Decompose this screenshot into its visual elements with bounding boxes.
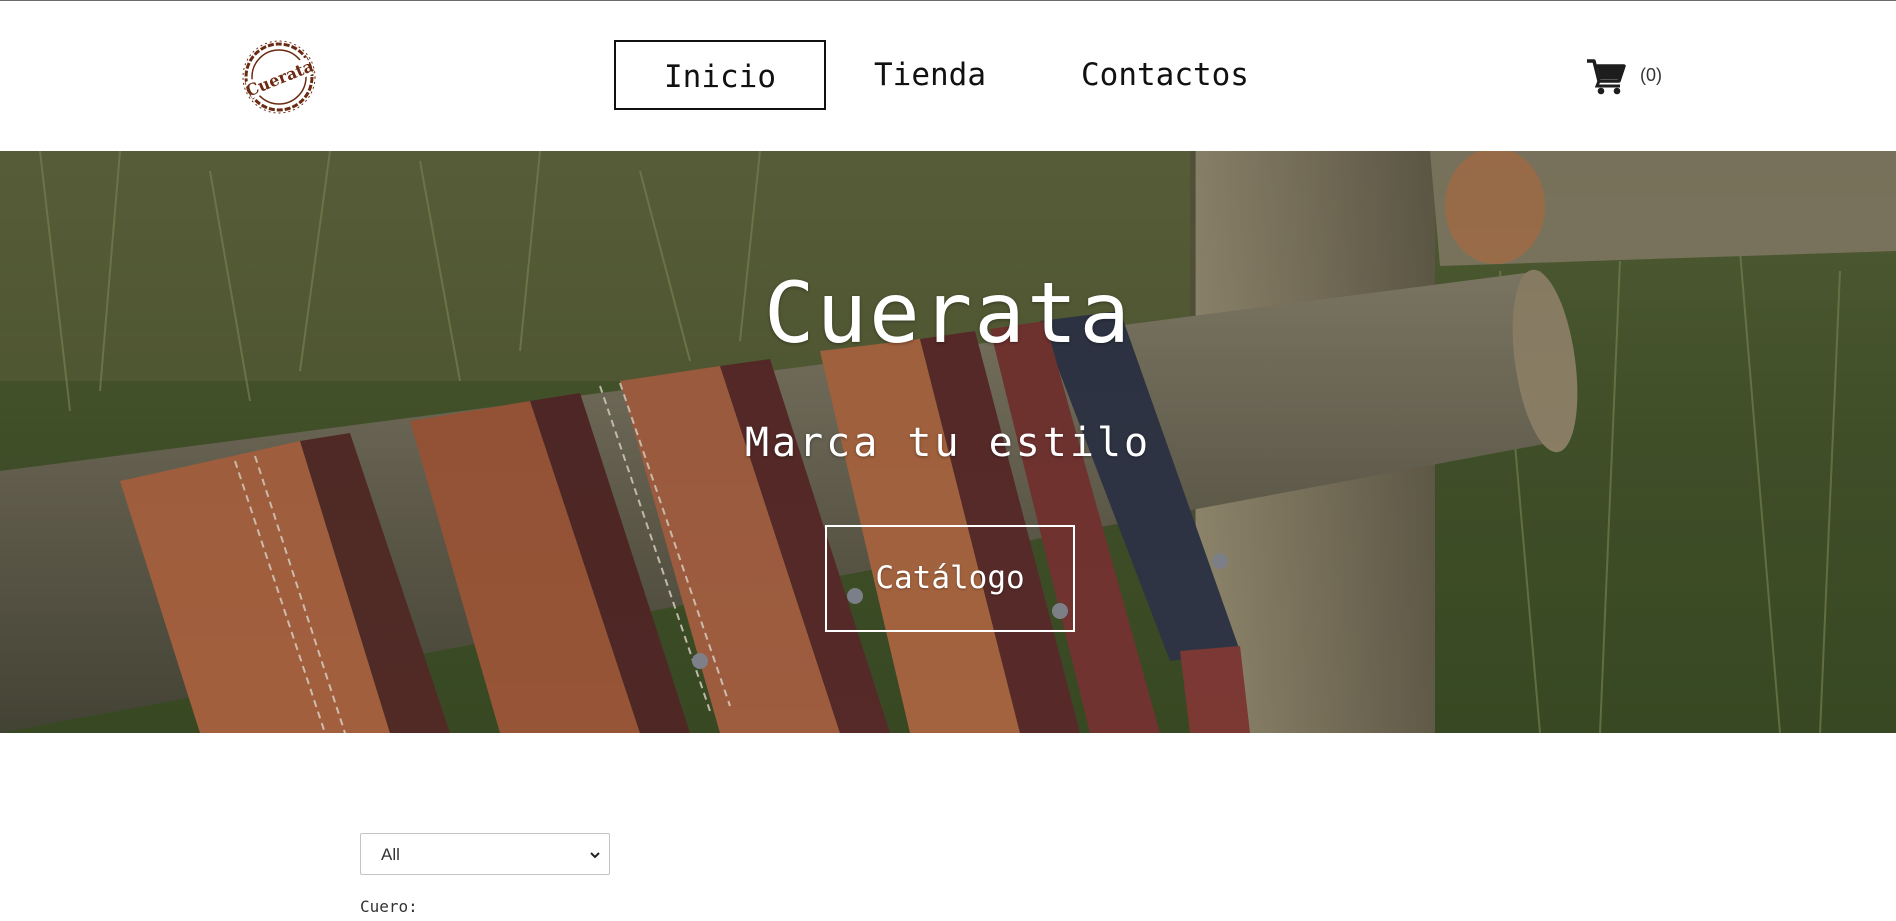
- category-select-value: All: [381, 845, 400, 864]
- hero-title: Cuerata: [763, 264, 1132, 362]
- catalog-button[interactable]: Catálogo: [825, 525, 1075, 632]
- hero-subtitle: Marca tu estilo: [744, 420, 1152, 466]
- cart-icon: [1587, 59, 1626, 95]
- cart-count: (0): [1640, 65, 1662, 85]
- category-select[interactable]: All: [360, 833, 610, 875]
- leather-filter-label: Cuero:: [360, 897, 418, 916]
- logo-stamp-icon: Cuerata: [242, 40, 316, 114]
- logo-text: Cuerata: [243, 56, 316, 100]
- hero-banner: Cuerata Marca tu estilo Catálogo: [0, 151, 1896, 733]
- brand-logo[interactable]: Cuerata: [240, 39, 318, 115]
- cart-button[interactable]: (0): [1586, 57, 1682, 97]
- chevron-down-icon: [590, 852, 600, 859]
- nav-home[interactable]: Inicio: [614, 40, 826, 110]
- nav-shop[interactable]: Tienda: [862, 40, 998, 110]
- nav-contact[interactable]: Contactos: [1072, 40, 1258, 110]
- site-header: Cuerata Inicio Tienda Contactos (0): [0, 1, 1896, 151]
